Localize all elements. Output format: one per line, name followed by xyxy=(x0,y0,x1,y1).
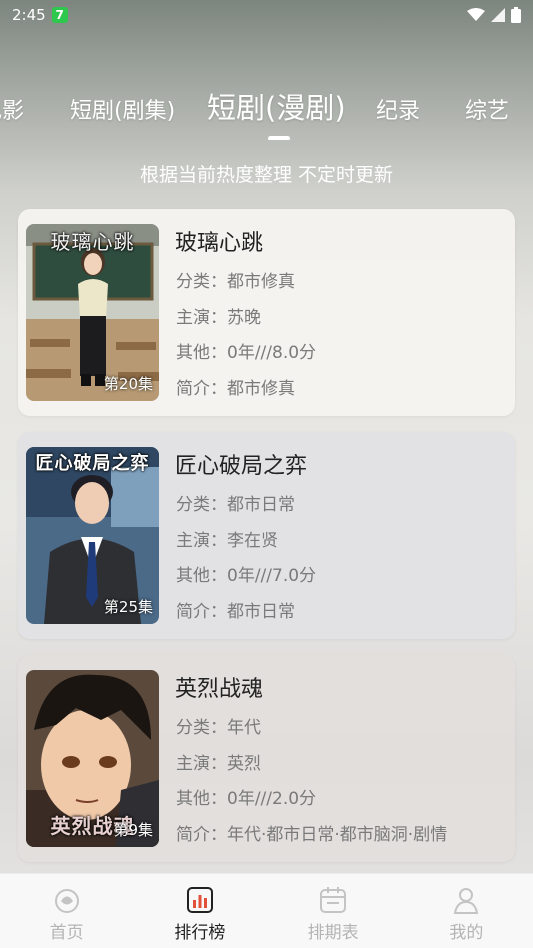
nav-profile[interactable]: 我的 xyxy=(400,874,533,948)
poster-image[interactable]: 英烈战魂 第9集 xyxy=(26,670,159,847)
battery-icon xyxy=(511,7,521,23)
app-notification-icon: 7 xyxy=(51,7,68,23)
nav-ranking-label: 排行榜 xyxy=(174,923,226,943)
ranking-icon xyxy=(186,887,213,913)
tab-short-drama-comic[interactable]: 短剧(漫剧) xyxy=(207,90,346,130)
drama-category: 分类：都市修真 xyxy=(176,272,295,292)
drama-cast: 主演：苏晚 xyxy=(176,308,261,328)
poster-title: 玻璃心跳 xyxy=(50,230,135,254)
drama-intro: 简介：年代·都市日常·都市脑洞·剧情 xyxy=(176,825,448,845)
category-tabs: 电影 短剧(剧集) 短剧(漫剧) 纪录 综艺 xyxy=(0,90,533,140)
nav-home-label: 首页 xyxy=(49,923,84,943)
poster-title: 匠心破局之弈 xyxy=(35,453,150,474)
nav-home[interactable]: 首页 xyxy=(0,874,133,948)
drama-title[interactable]: 英烈战魂 xyxy=(175,671,263,703)
profile-icon xyxy=(454,888,479,914)
drama-category: 分类：年代 xyxy=(176,718,261,738)
tab-variety[interactable]: 综艺 xyxy=(465,90,509,134)
schedule-icon xyxy=(320,887,347,913)
ranking-card[interactable]: 匠心破局之弈 第25集 匠心破局之弈 分类：都市日常 主演：李在贤 其他：0年/… xyxy=(18,432,515,639)
bottom-navigation: 首页 排行榜 排期表 我的 xyxy=(0,873,533,948)
episode-count: 第9集 xyxy=(113,821,153,839)
drama-other: 其他：0年///7.0分 xyxy=(176,566,317,586)
status-bar: 2:45 7 xyxy=(0,0,533,30)
drama-title[interactable]: 玻璃心跳 xyxy=(175,225,263,257)
drama-other: 其他：0年///2.0分 xyxy=(176,789,317,809)
nav-schedule-label: 排期表 xyxy=(307,923,359,943)
nav-ranking[interactable]: 排行榜 xyxy=(133,874,266,948)
episode-count: 第25集 xyxy=(103,598,153,616)
status-time: 2:45 xyxy=(12,6,46,24)
nav-schedule[interactable]: 排期表 xyxy=(267,874,400,948)
tab-movie[interactable]: 电影 xyxy=(0,90,24,134)
ranking-card[interactable]: 英烈战魂 第9集 英烈战魂 分类：年代 主演：英烈 其他：0年///2.0分 简… xyxy=(18,655,515,862)
drama-intro: 简介：都市修真 xyxy=(176,379,295,399)
tab-short-drama-series[interactable]: 短剧(剧集) xyxy=(70,90,175,134)
drama-title[interactable]: 匠心破局之弈 xyxy=(175,448,307,480)
poster-image[interactable]: 匠心破局之弈 第25集 xyxy=(26,447,159,624)
drama-other: 其他：0年///8.0分 xyxy=(176,343,317,363)
ranking-subtitle: 根据当前热度整理 不定时更新 xyxy=(139,164,394,186)
nav-profile-label: 我的 xyxy=(449,923,484,943)
drama-category: 分类：都市日常 xyxy=(176,495,295,515)
drama-cast: 主演：李在贤 xyxy=(176,531,278,551)
tab-documentary[interactable]: 纪录 xyxy=(376,90,420,134)
poster-image[interactable]: 玻璃心跳 第20集 xyxy=(26,224,159,401)
active-tab-indicator xyxy=(268,136,290,140)
signal-icon xyxy=(491,8,505,22)
home-icon xyxy=(54,889,79,913)
wifi-icon xyxy=(467,8,485,21)
episode-count: 第20集 xyxy=(103,375,153,393)
ranking-card[interactable]: 玻璃心跳 第20集 玻璃心跳 分类：都市修真 主演：苏晚 其他：0年///8.0… xyxy=(18,209,515,416)
drama-cast: 主演：英烈 xyxy=(176,754,261,774)
drama-intro: 简介：都市日常 xyxy=(176,602,295,622)
